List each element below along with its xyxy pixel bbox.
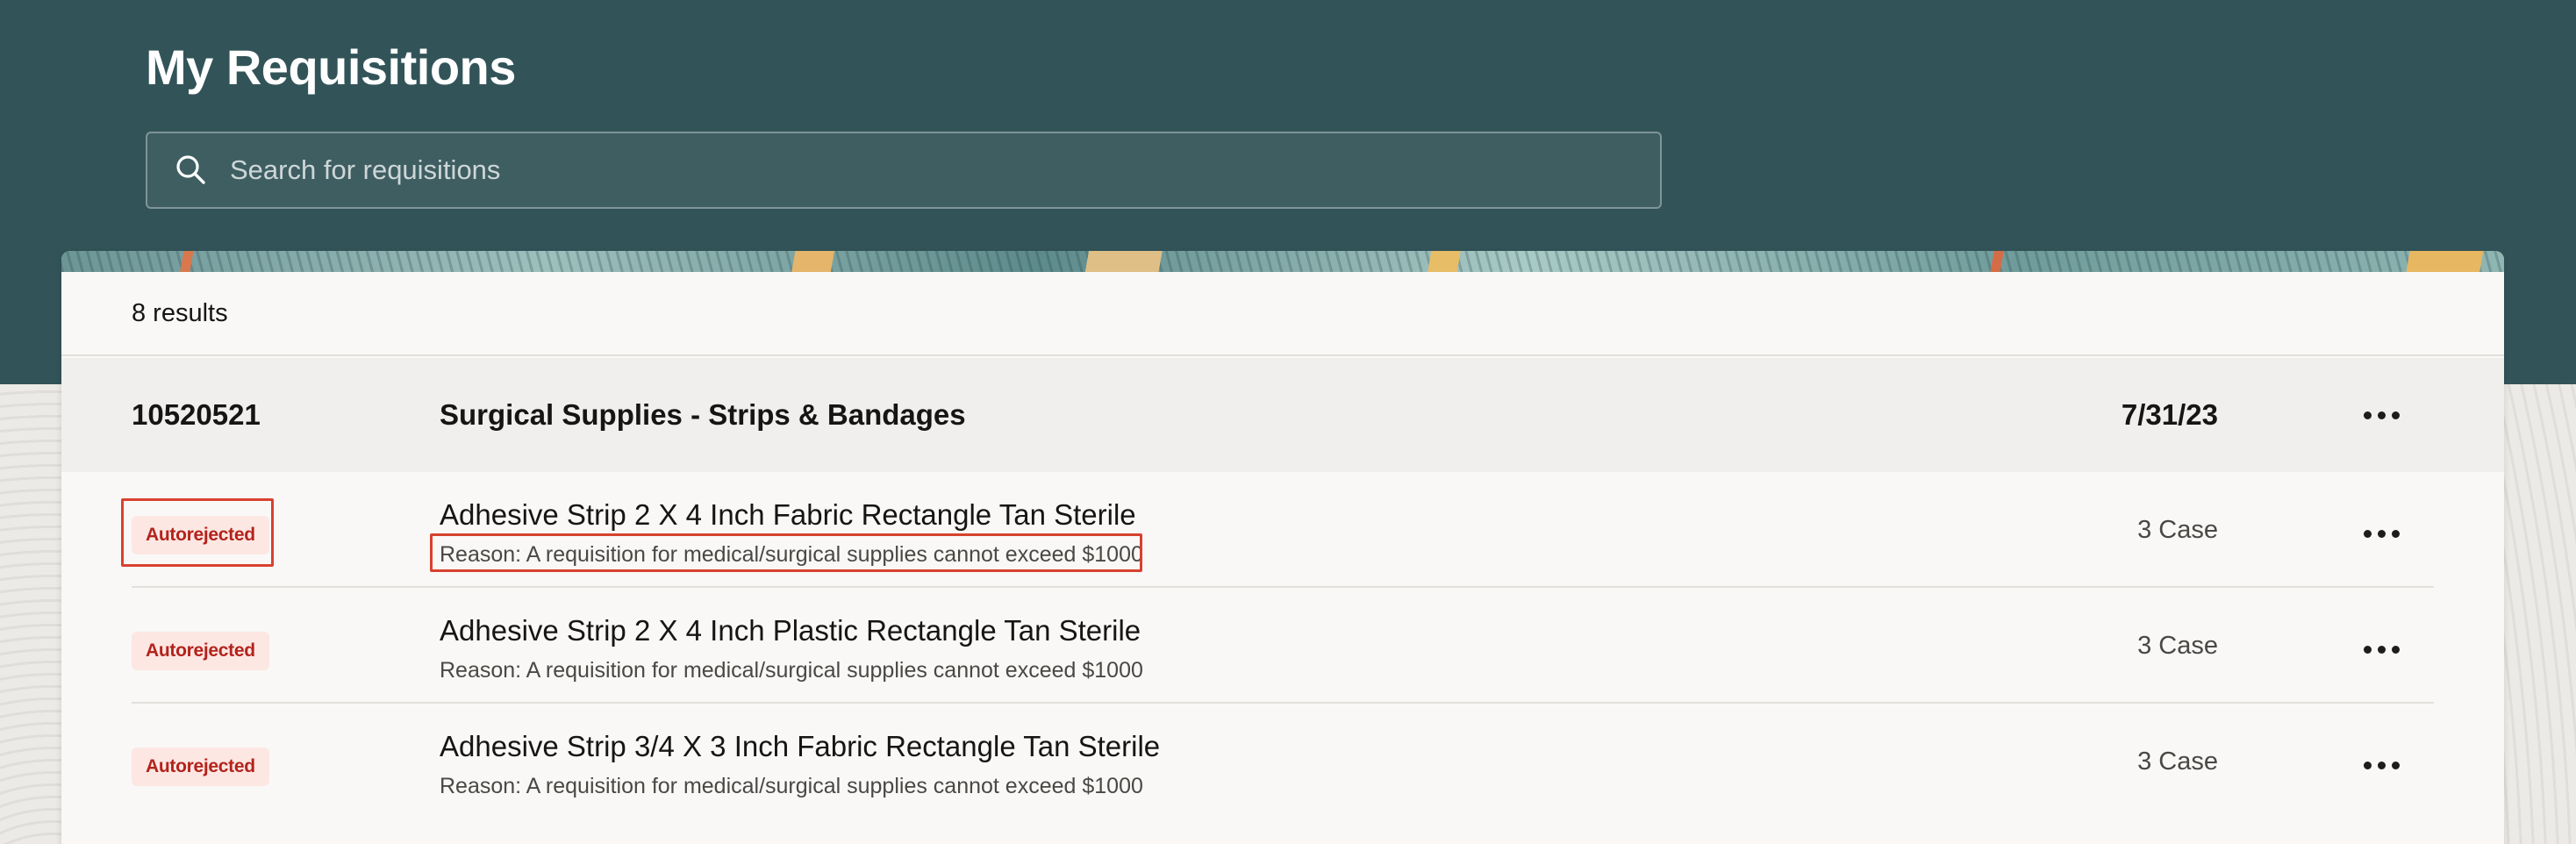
- item-reason: Reason: A requisition for medical/surgic…: [440, 542, 1143, 567]
- status-badge: Autorejected: [132, 632, 269, 670]
- search-input[interactable]: [230, 133, 1660, 207]
- more-actions-icon: [2363, 411, 2400, 419]
- more-actions-icon: [2363, 529, 2400, 538]
- results-count: 8 results: [132, 298, 228, 327]
- search-box[interactable]: [146, 132, 1662, 209]
- requisition-more-button[interactable]: [2353, 387, 2409, 443]
- status-badge: Autorejected: [132, 516, 269, 554]
- line-item[interactable]: Autorejected Adhesive Strip 2 X 4 Inch P…: [61, 588, 2504, 704]
- item-name[interactable]: Adhesive Strip 2 X 4 Inch Plastic Rectan…: [440, 614, 1141, 647]
- search-icon[interactable]: [172, 151, 211, 190]
- line-item-more-button[interactable]: [2353, 737, 2409, 793]
- line-item-more-button[interactable]: [2353, 505, 2409, 561]
- results-row: 8 results: [61, 272, 2504, 356]
- item-quantity: 3 Case: [2137, 516, 2218, 544]
- more-actions-icon: [2363, 761, 2400, 769]
- requisition-number[interactable]: 10520521: [132, 398, 261, 432]
- item-reason: Reason: A requisition for medical/surgic…: [440, 658, 1143, 683]
- requisition-date: 7/31/23: [2121, 398, 2218, 431]
- page-title: My Requisitions: [146, 39, 516, 95]
- decorative-banner: [61, 251, 2504, 272]
- item-reason: Reason: A requisition for medical/surgic…: [440, 774, 1143, 798]
- status-badge: Autorejected: [132, 747, 269, 786]
- item-name[interactable]: Adhesive Strip 2 X 4 Inch Fabric Rectang…: [440, 498, 1136, 532]
- line-item-more-button[interactable]: [2353, 621, 2409, 677]
- more-actions-icon: [2363, 645, 2400, 654]
- requisitions-card: 8 results 10520521 Surgical Supplies - S…: [61, 251, 2504, 844]
- item-quantity: 3 Case: [2137, 747, 2218, 776]
- requisition-header-row[interactable]: 10520521 Surgical Supplies - Strips & Ba…: [61, 358, 2504, 472]
- line-item[interactable]: Autorejected Adhesive Strip 2 X 4 Inch F…: [61, 472, 2504, 588]
- item-name[interactable]: Adhesive Strip 3/4 X 3 Inch Fabric Recta…: [440, 730, 1160, 763]
- requisition-title[interactable]: Surgical Supplies - Strips & Bandages: [440, 398, 966, 432]
- line-item[interactable]: Autorejected Adhesive Strip 3/4 X 3 Inch…: [61, 704, 2504, 819]
- item-quantity: 3 Case: [2137, 632, 2218, 660]
